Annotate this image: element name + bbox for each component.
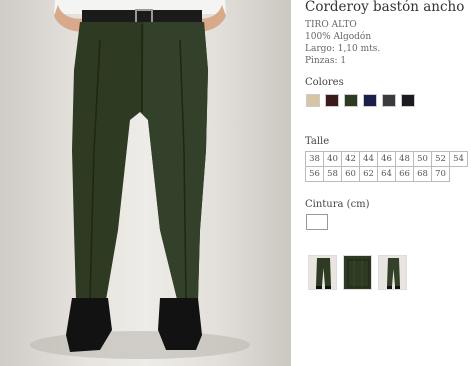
swatch-burgundy[interactable] <box>325 94 339 107</box>
size-option[interactable]: 46 <box>377 151 396 167</box>
swatch-black[interactable] <box>401 94 415 107</box>
spec-rise: TIRO ALTO <box>305 20 357 30</box>
waist-label: Cintura (cm) <box>305 199 370 210</box>
size-option[interactable]: 58 <box>323 166 342 182</box>
spec-length: Largo: 1,10 mts. <box>305 44 381 54</box>
size-option[interactable]: 68 <box>413 166 432 182</box>
size-row: 56 58 60 62 64 66 68 70 <box>305 166 468 182</box>
thumbnail-front[interactable] <box>308 255 337 290</box>
size-option[interactable]: 60 <box>341 166 360 182</box>
size-option[interactable]: 50 <box>413 151 432 167</box>
size-option[interactable]: 44 <box>359 151 378 167</box>
thumbnail-detail[interactable] <box>343 255 372 290</box>
size-option[interactable]: 62 <box>359 166 378 182</box>
thumbnail-back[interactable] <box>378 255 407 290</box>
size-option[interactable]: 40 <box>323 151 342 167</box>
swatch-beige[interactable] <box>306 94 320 107</box>
size-option[interactable]: 52 <box>431 151 450 167</box>
swatch-gray[interactable] <box>382 94 396 107</box>
swatch-navy[interactable] <box>363 94 377 107</box>
waist-input[interactable] <box>306 214 328 230</box>
thumbnail-image <box>344 256 371 289</box>
product-title: Corderoy bastón ancho <box>305 0 465 15</box>
size-option[interactable]: 66 <box>395 166 414 182</box>
size-option[interactable]: 56 <box>305 166 324 182</box>
size-label: Talle <box>305 136 330 147</box>
size-option[interactable]: 70 <box>431 166 450 182</box>
size-option[interactable]: 54 <box>449 151 468 167</box>
size-option[interactable]: 64 <box>377 166 396 182</box>
colors-label: Colores <box>305 77 344 88</box>
product-photo <box>0 0 291 366</box>
spec-material: 100% Algodón <box>305 32 372 42</box>
color-swatches <box>306 94 415 107</box>
size-grid: 38 40 42 44 46 48 50 52 54 56 58 60 62 6… <box>305 151 468 182</box>
pants-image <box>30 0 250 359</box>
thumbnail-gallery <box>308 255 407 290</box>
size-row: 38 40 42 44 46 48 50 52 54 <box>305 151 468 167</box>
swatch-green[interactable] <box>344 94 358 107</box>
size-option[interactable]: 48 <box>395 151 414 167</box>
thumbnail-image <box>379 256 406 289</box>
size-option[interactable]: 42 <box>341 151 360 167</box>
thumbnail-image <box>309 256 336 289</box>
size-option[interactable]: 38 <box>305 151 324 167</box>
spec-pleats: Pinzas: 1 <box>305 56 347 66</box>
